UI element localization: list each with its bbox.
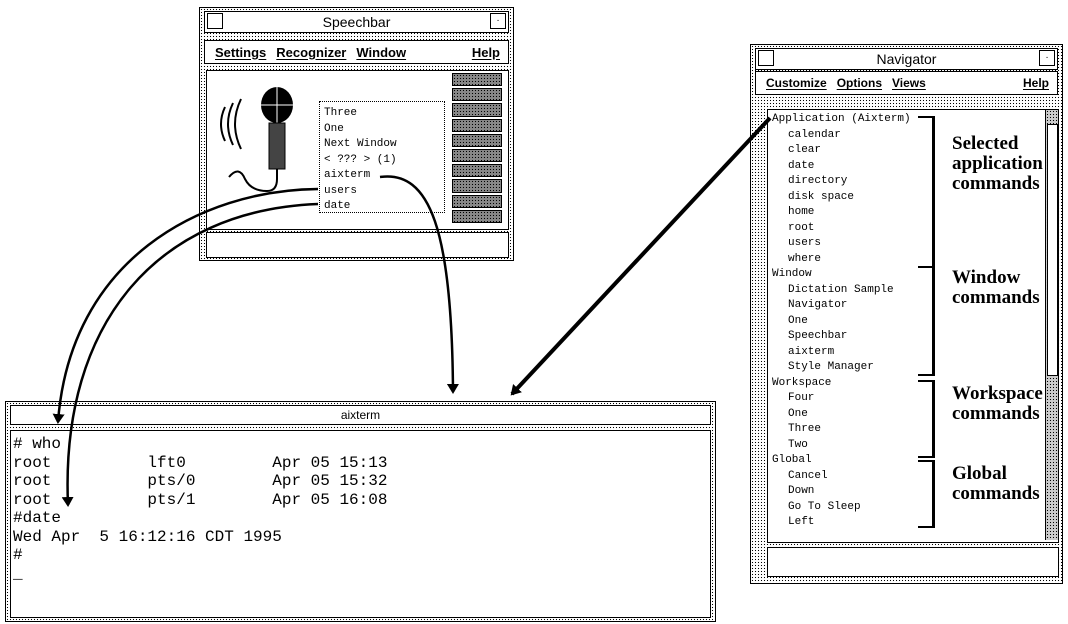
microphone-icon xyxy=(220,87,293,193)
tree-item[interactable]: Navigator xyxy=(772,298,911,314)
history-item[interactable]: users xyxy=(324,184,444,200)
tree-item[interactable]: aixterm xyxy=(772,345,911,361)
tree-item[interactable]: Cancel xyxy=(772,469,911,485)
speechbar-title: Speechbar xyxy=(322,14,391,30)
tree-item[interactable]: clear xyxy=(772,143,911,159)
bracket-global xyxy=(918,460,935,528)
tree-item[interactable]: Three xyxy=(772,422,911,438)
menu-window[interactable]: Window xyxy=(356,45,406,60)
tree-item[interactable]: Dictation Sample xyxy=(772,283,911,299)
menu-settings[interactable]: Settings xyxy=(215,45,266,60)
tree-header-application[interactable]: Application (Aixterm) xyxy=(772,112,911,128)
tree-item[interactable]: Four xyxy=(772,391,911,407)
aixterm-window: aixterm # who root lft0 Apr 05 15:13 roo… xyxy=(5,401,716,622)
aixterm-titlebar[interactable]: aixterm xyxy=(10,405,711,425)
tree-item[interactable]: Style Manager xyxy=(772,360,911,376)
aixterm-title: aixterm xyxy=(336,408,385,422)
window-menu-button[interactable] xyxy=(207,13,223,29)
arrow-navigator-to-terminal xyxy=(510,116,772,396)
tree-item[interactable]: Speechbar xyxy=(772,329,911,345)
annotation-selected: Selected application commands xyxy=(952,133,1043,194)
annotation-global: Global commands xyxy=(952,463,1040,504)
navigator-title: Navigator xyxy=(876,51,937,67)
menu-options[interactable]: Options xyxy=(837,76,882,90)
tree-item[interactable]: Left xyxy=(772,515,911,531)
bracket-window xyxy=(918,266,935,376)
history-item[interactable]: Three xyxy=(324,106,444,122)
terminal-line: root pts/0 Apr 05 15:32 xyxy=(13,472,388,490)
minimize-button[interactable]: · xyxy=(490,13,506,29)
history-item[interactable]: < ??? > (1) xyxy=(324,153,444,169)
menu-help[interactable]: Help xyxy=(472,45,500,60)
menu-views[interactable]: Views xyxy=(892,76,926,90)
command-tree: Application (Aixterm) calendar clear dat… xyxy=(772,112,911,531)
tree-header-global[interactable]: Global xyxy=(772,453,911,469)
navigator-menubar: Customize Options Views Help xyxy=(755,71,1058,95)
menu-customize[interactable]: Customize xyxy=(766,76,827,90)
tree-item[interactable]: One xyxy=(772,314,911,330)
tree-item[interactable]: directory xyxy=(772,174,911,190)
history-item[interactable]: date xyxy=(324,199,444,215)
speech-history-list: Three One Next Window < ??? > (1) aixter… xyxy=(319,101,445,213)
audio-level-meter xyxy=(452,73,502,224)
terminal-line: #date xyxy=(13,509,62,527)
window-menu-button[interactable] xyxy=(758,50,774,66)
navigator-titlebar[interactable]: Navigator · xyxy=(755,48,1058,70)
tree-item[interactable]: One xyxy=(772,407,911,423)
terminal-line: # xyxy=(13,546,23,564)
bracket-workspace xyxy=(918,380,935,458)
menu-help[interactable]: Help xyxy=(1023,76,1049,90)
terminal-cursor: _ xyxy=(13,564,23,583)
history-item[interactable]: Next Window xyxy=(324,137,444,153)
tree-item[interactable]: where xyxy=(772,252,911,268)
tree-item[interactable]: Down xyxy=(772,484,911,500)
terminal-line: # who xyxy=(13,435,62,453)
tree-item[interactable]: calendar xyxy=(772,128,911,144)
speechbar-window: Speechbar · Settings Recognizer Window H… xyxy=(199,7,514,261)
tree-item[interactable]: Two xyxy=(772,438,911,454)
tree-item[interactable]: date xyxy=(772,159,911,175)
history-item[interactable]: One xyxy=(324,122,444,138)
terminal-line: root lft0 Apr 05 15:13 xyxy=(13,453,388,472)
navigator-status-field xyxy=(767,547,1059,577)
tree-header-window[interactable]: Window xyxy=(772,267,911,283)
annotation-workspace: Workspace commands xyxy=(952,383,1043,424)
menu-recognizer[interactable]: Recognizer xyxy=(276,45,346,60)
history-item[interactable]: aixterm xyxy=(324,168,444,184)
tree-item[interactable]: root xyxy=(772,221,911,237)
terminal-line: Wed Apr 5 16:12:16 CDT 1995 xyxy=(13,527,282,546)
speechbar-titlebar[interactable]: Speechbar · xyxy=(204,11,509,33)
tree-item[interactable]: disk space xyxy=(772,190,911,206)
bracket-selected xyxy=(918,116,935,268)
tree-header-workspace[interactable]: Workspace xyxy=(772,376,911,392)
speechbar-body: Three One Next Window < ??? > (1) aixter… xyxy=(206,70,509,230)
terminal-output[interactable]: # who root lft0 Apr 05 15:13 root pts/0 … xyxy=(10,430,711,618)
speechbar-menubar: Settings Recognizer Window Help xyxy=(204,40,509,64)
tree-item[interactable]: home xyxy=(772,205,911,221)
annotation-window: Window commands xyxy=(952,267,1040,308)
minimize-button[interactable]: · xyxy=(1039,50,1055,66)
tree-item[interactable]: users xyxy=(772,236,911,252)
tree-item[interactable]: Go To Sleep xyxy=(772,500,911,516)
terminal-line: root pts/1 Apr 05 16:08 xyxy=(13,490,388,509)
speechbar-status-field xyxy=(206,232,509,258)
